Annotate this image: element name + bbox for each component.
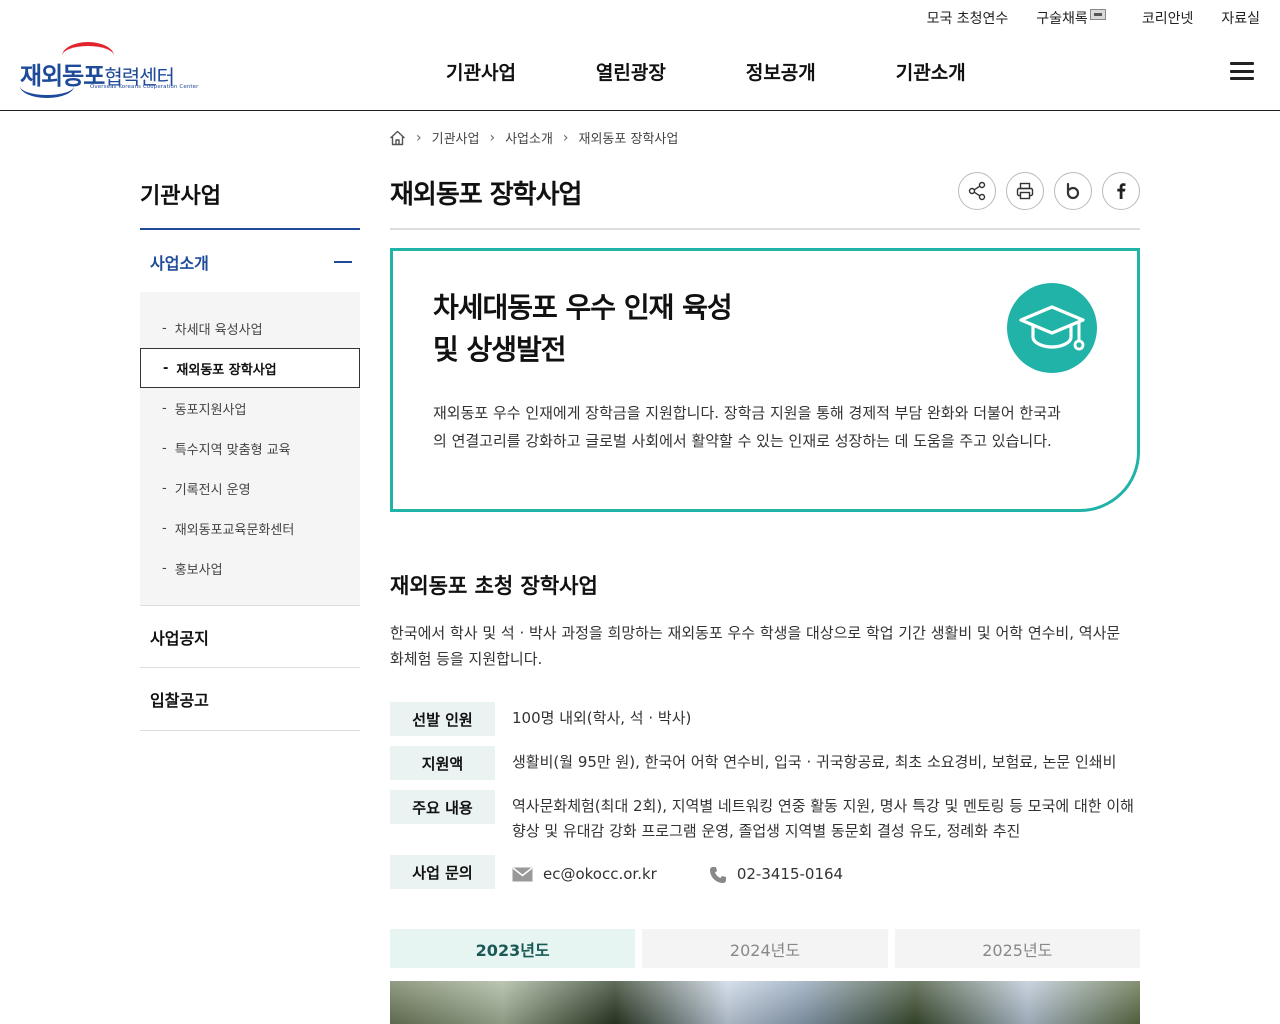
- lnb-category-label: 사업소개: [150, 254, 209, 273]
- contact-info: ec@okocc.or.kr 02-3415-0164: [512, 855, 843, 889]
- gnb-about[interactable]: 기관소개: [896, 58, 966, 85]
- share-button[interactable]: [958, 172, 996, 210]
- menu-icon[interactable]: [1230, 62, 1254, 80]
- info-value: 생활비(월 95만 원), 한국어 어학 연수비, 입국 · 귀국항공료, 최초…: [512, 753, 1117, 771]
- section-title: 재외동포 초청 장학사업: [390, 574, 598, 598]
- printer-icon: [1016, 182, 1034, 200]
- info-key: 선발 인원: [390, 702, 495, 736]
- main-nav: 기관사업 열린광장 정보공개 기관소개: [446, 58, 1046, 85]
- site-logo[interactable]: 재외동포협력센터 Overseas Koreans Cooperation Ce…: [18, 42, 198, 100]
- lnb-submenu: - 차세대 육성사업 - 재외동포 장학사업 - 동포지원사업 - 특수지역 맞춤형 교…: [140, 292, 360, 605]
- phone-icon: [709, 866, 726, 883]
- lnb-item-next-gen[interactable]: - 차세대 육성사업: [140, 308, 360, 348]
- lnb-title: 기관사업: [140, 184, 221, 209]
- breadcrumb-current: 재외동포 장학사업: [578, 132, 679, 147]
- title-divider: [390, 228, 1140, 230]
- home-icon[interactable]: [389, 130, 406, 146]
- lnb-category[interactable]: 사업소개: [140, 232, 360, 292]
- logo-english: Overseas Koreans Cooperation Center: [90, 84, 199, 90]
- chevron-right-icon: ›: [489, 129, 496, 146]
- tab-2023[interactable]: 2023년도: [390, 929, 636, 968]
- util-link-training[interactable]: 모국 초청연수: [927, 8, 1009, 28]
- info-key: 지원액: [390, 746, 495, 780]
- lnb-link-bidding[interactable]: 입찰공고: [140, 668, 360, 731]
- info-value: 역사문화체험(최대 2회), 지역별 네트워킹 연중 활동 지원, 명사 특강 …: [512, 797, 1134, 840]
- intro-text: 재외동포 우수 인재에게 장학금을 지원합니다. 장학금 지원을 통해 경제적 …: [433, 404, 1061, 450]
- gnb-disclosure[interactable]: 정보공개: [746, 58, 816, 85]
- minus-icon[interactable]: [334, 261, 352, 263]
- info-row-content: 주요 내용 역사문화체험(최대 2회), 지역별 네트워킹 연중 활동 지원, …: [390, 790, 1140, 844]
- lnb-item-support[interactable]: - 동포지원사업: [140, 388, 360, 428]
- lnb-title-divider: [140, 228, 360, 230]
- intro-box: 차세대동포 우수 인재 육성 및 상생발전 재외동포 우수 인재에게 장학금을 지…: [390, 248, 1140, 512]
- page-title: 재외동포 장학사업: [390, 180, 582, 210]
- flag-icon: [1089, 8, 1106, 20]
- share-icon: [968, 181, 986, 201]
- tab-2025[interactable]: 2025년도: [894, 929, 1140, 968]
- intro-heading: 차세대동포 우수 인재 육성 및 상생발전: [433, 291, 733, 366]
- scholarship-photo: [390, 981, 1140, 1024]
- gnb-open-square[interactable]: 열린광장: [596, 58, 666, 85]
- contact-phone[interactable]: 02-3415-0164: [737, 862, 843, 887]
- chevron-right-icon: ›: [416, 129, 422, 146]
- lnb-link-notice[interactable]: 사업공지: [140, 605, 360, 668]
- info-row-selection: 선발 인원 100명 내외(학사, 석 · 박사): [390, 702, 1140, 736]
- print-button[interactable]: [1006, 172, 1044, 210]
- chevron-right-icon: ›: [562, 129, 569, 146]
- info-row-amount: 지원액 생활비(월 95만 원), 한국어 어학 연수비, 입국 · 귀국항공료…: [390, 746, 1140, 780]
- facebook-icon: [1117, 183, 1126, 199]
- section-desc: 한국에서 학사 및 석 · 박사 과정을 희망하는 재외동포 우수 학생을 대상…: [390, 624, 1121, 668]
- breadcrumb: › 기관사업 › 사업소개 › 재외동포 장학사업: [389, 128, 678, 147]
- tab-2024[interactable]: 2024년도: [642, 929, 888, 968]
- utility-nav: 모국 초청연수 구술채록 코리안넷 자료실: [927, 8, 1260, 28]
- breadcrumb-item[interactable]: 사업소개: [505, 128, 553, 147]
- lnb-item-pr[interactable]: - 홍보사업: [140, 548, 360, 588]
- header-divider: [0, 110, 1280, 111]
- util-link-oral-history[interactable]: 구술채록: [1036, 8, 1114, 28]
- contact-email[interactable]: ec@okocc.or.kr: [543, 862, 657, 887]
- lnb-item-culture-center[interactable]: - 재외동포교육문화센터: [140, 508, 360, 548]
- year-tabs: 2023년도 2024년도 2025년도: [390, 929, 1140, 968]
- info-row-contact: 사업 문의 ec@okocc.or.kr 02-3415-0164: [390, 855, 1140, 889]
- lnb-item-archive-exhibit[interactable]: - 기록전시 운영: [140, 468, 360, 508]
- graduation-cap-icon: [1007, 283, 1097, 373]
- info-key: 사업 문의: [390, 855, 495, 889]
- info-value: 100명 내외(학사, 석 · 박사): [512, 709, 692, 727]
- mail-icon: [512, 867, 533, 882]
- logo-arc-blue: [20, 74, 74, 98]
- blog-icon: [1066, 182, 1080, 200]
- lnb-item-scholarship[interactable]: - 재외동포 장학사업: [140, 348, 360, 388]
- lnb-item-special-region[interactable]: - 특수지역 맞춤형 교육: [140, 428, 360, 468]
- facebook-share-button[interactable]: [1102, 172, 1140, 210]
- share-actions: [958, 172, 1140, 210]
- util-link-koreannet[interactable]: 코리안넷: [1142, 8, 1194, 28]
- blog-share-button[interactable]: [1054, 172, 1092, 210]
- gnb-projects[interactable]: 기관사업: [446, 58, 516, 85]
- util-link-archive[interactable]: 자료실: [1221, 8, 1260, 28]
- breadcrumb-item[interactable]: 기관사업: [432, 128, 480, 147]
- info-key: 주요 내용: [390, 790, 495, 824]
